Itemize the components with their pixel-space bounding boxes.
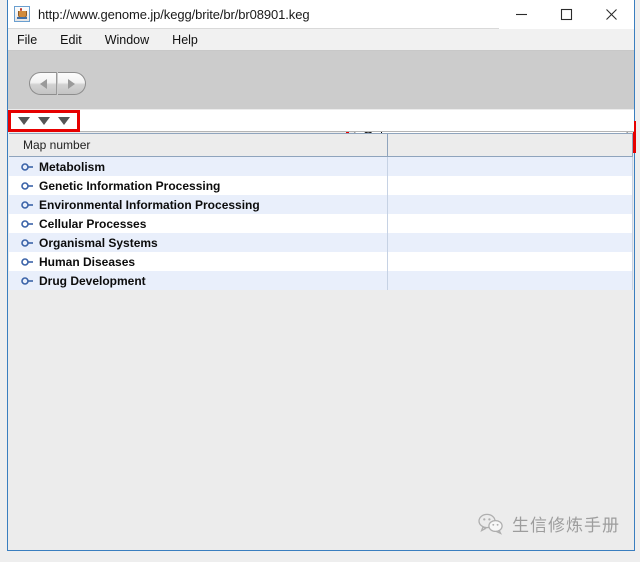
tree-expand-icon[interactable] <box>21 233 37 252</box>
tree-rows: Metabolism Genetic Information Processin… <box>9 157 633 290</box>
table-header: Map number <box>9 133 633 157</box>
table-cell-map-number: Drug Development <box>9 271 388 290</box>
minimize-button[interactable] <box>499 0 544 29</box>
table-cell-blank <box>388 271 633 290</box>
close-icon <box>606 8 617 20</box>
window-controls <box>499 0 634 29</box>
table-row[interactable]: Drug Development <box>9 271 633 290</box>
window-title: http://www.genome.jp/kegg/brite/br/br089… <box>38 6 310 22</box>
table-row[interactable]: Metabolism <box>9 157 633 176</box>
tree-expand-icon[interactable] <box>21 157 37 176</box>
back-button[interactable] <box>29 72 57 95</box>
arrow-right-icon <box>68 78 75 89</box>
tree-expand-icon[interactable] <box>21 214 37 233</box>
table-row[interactable]: Organismal Systems <box>9 233 633 252</box>
application-window: http://www.genome.jp/kegg/brite/br/br089… <box>7 0 636 551</box>
tree-expand-icon[interactable] <box>21 195 37 214</box>
java-icon <box>14 6 30 22</box>
table-cell-blank <box>388 233 633 252</box>
row-label: Metabolism <box>39 159 106 174</box>
title-bar: http://www.genome.jp/kegg/brite/br/br089… <box>8 0 634 29</box>
row-label: Cellular Processes <box>39 216 147 231</box>
column-header-map-number[interactable]: Map number <box>9 134 388 156</box>
maximize-icon <box>560 8 573 20</box>
table-cell-map-number: Organismal Systems <box>9 233 388 252</box>
filter-triangles-annotation <box>8 110 80 132</box>
menu-item-help[interactable]: Help <box>172 33 198 47</box>
tree-expand-icon[interactable] <box>21 271 37 290</box>
column-header-blank[interactable] <box>388 134 633 156</box>
minimize-icon <box>516 13 527 15</box>
forward-button[interactable] <box>58 72 86 95</box>
row-label: Environmental Information Processing <box>39 197 260 212</box>
close-button[interactable] <box>589 0 634 29</box>
table-cell-blank <box>388 252 633 271</box>
tree-expand-icon[interactable] <box>21 176 37 195</box>
triangle-down-icon[interactable] <box>58 117 70 125</box>
table-cell-map-number: Genetic Information Processing <box>9 176 388 195</box>
row-label: Drug Development <box>39 273 146 288</box>
tree-expand-icon[interactable] <box>21 252 37 271</box>
java-icon-base <box>17 17 27 19</box>
watermark-text: 生信修炼手册 <box>512 516 620 535</box>
triangle-down-icon[interactable] <box>38 117 50 125</box>
menu-bar: File Edit Window Help <box>8 29 634 51</box>
arrow-left-icon <box>39 78 47 89</box>
table-cell-map-number: Metabolism <box>9 157 388 176</box>
row-label: Genetic Information Processing <box>39 178 221 193</box>
screenshot-root: http://www.genome.jp/kegg/brite/br/br089… <box>0 0 640 562</box>
triangle-down-icon[interactable] <box>18 117 30 125</box>
menu-item-file[interactable]: File <box>17 33 37 47</box>
row-label: Organismal Systems <box>39 235 158 250</box>
table-row[interactable]: Cellular Processes <box>9 214 633 233</box>
maximize-button[interactable] <box>544 0 589 29</box>
table-row[interactable]: Human Diseases <box>9 252 633 271</box>
filter-strip <box>8 110 634 132</box>
table-cell-blank <box>388 157 633 176</box>
menu-item-window[interactable]: Window <box>105 33 149 47</box>
wechat-icon <box>478 513 503 535</box>
row-label: Human Diseases <box>39 254 136 269</box>
table-cell-blank <box>388 195 633 214</box>
toolbar <box>8 51 636 153</box>
table-row[interactable]: Genetic Information Processing <box>9 176 633 195</box>
table-area: Map number Metabolism Genetic Informatio… <box>9 133 633 549</box>
navigation-buttons <box>29 72 86 95</box>
table-cell-map-number: Human Diseases <box>9 252 388 271</box>
table-row[interactable]: Environmental Information Processing <box>9 195 633 214</box>
table-cell-map-number: Cellular Processes <box>9 214 388 233</box>
menu-item-edit[interactable]: Edit <box>60 33 82 47</box>
table-cell-blank <box>388 214 633 233</box>
table-cell-blank <box>388 176 633 195</box>
table-cell-map-number: Environmental Information Processing <box>9 195 388 214</box>
watermark: 生信修炼手册 <box>478 511 620 536</box>
